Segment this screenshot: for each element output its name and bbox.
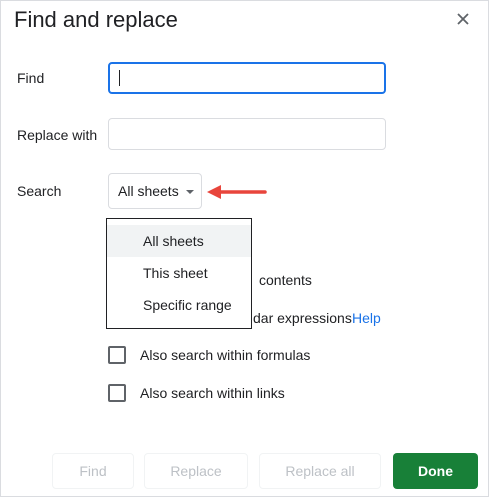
menu-item-specific-range[interactable]: Specific range (107, 289, 251, 321)
menu-item-all-sheets[interactable]: All sheets (107, 225, 251, 257)
dialog-title: Find and replace (14, 7, 178, 32)
match-case-option-text: contents (259, 272, 312, 288)
replace-label: Replace with (17, 127, 98, 143)
find-label: Find (17, 70, 45, 86)
replace-input[interactable] (109, 119, 385, 149)
replace-input-wrapper[interactable] (108, 118, 386, 150)
find-input-wrapper[interactable] (108, 62, 386, 94)
search-scope-menu: All sheets This sheet Specific range (106, 218, 252, 329)
done-button[interactable]: Done (393, 453, 478, 489)
find-replace-dialog: Find and replace Find Replace with Searc… (0, 0, 489, 497)
within-links-checkbox[interactable] (108, 384, 126, 402)
find-input[interactable] (110, 64, 384, 92)
regex-option-text: dar expressions (253, 310, 352, 326)
menu-item-this-sheet[interactable]: This sheet (107, 257, 251, 289)
search-scope-value: All sheets (118, 183, 179, 199)
annotation-arrow-icon (207, 185, 267, 199)
within-formulas-label: Also search within formulas (140, 347, 311, 363)
find-button[interactable]: Find (52, 453, 134, 489)
replace-all-button[interactable]: Replace all (259, 453, 381, 489)
close-icon[interactable] (453, 9, 473, 29)
search-scope-select[interactable]: All sheets (108, 173, 202, 209)
replace-button[interactable]: Replace (144, 453, 248, 489)
within-formulas-checkbox[interactable] (108, 346, 126, 364)
dropdown-caret-icon (185, 190, 194, 194)
search-label: Search (17, 183, 62, 199)
within-links-option[interactable]: Also search within links (108, 384, 285, 402)
help-link[interactable]: Help (352, 310, 381, 326)
text-caret (119, 70, 120, 86)
within-links-label: Also search within links (140, 385, 285, 401)
within-formulas-option[interactable]: Also search within formulas (108, 346, 310, 364)
